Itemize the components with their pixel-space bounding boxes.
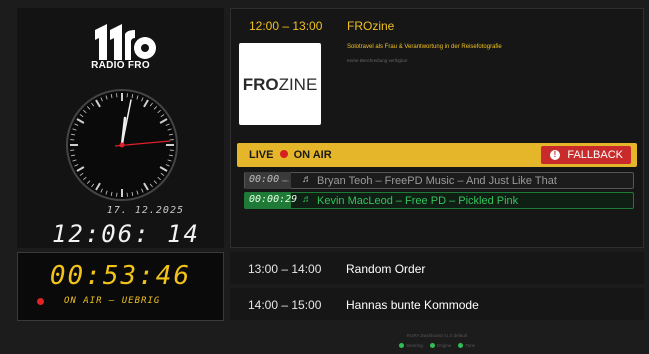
track-row: 00:00:29 ♬ Kevin MacLeod – Free PD – Pic… [244, 192, 634, 209]
show-image: FROZINE [239, 43, 321, 125]
schedule-item: 14:00 – 15:00 Hannas bunte Kommode [230, 288, 644, 320]
status-dot-icon [399, 343, 405, 348]
status-item: Engine [430, 343, 451, 348]
music-note-icon: ♬ [302, 194, 312, 205]
music-note-icon: ♬ [302, 174, 312, 185]
status-dot-icon [430, 343, 436, 348]
schedule-title: Random Order [346, 262, 426, 276]
clock-date: 17. 12.2025 [106, 205, 184, 216]
track-title: Bryan Teoh – FreePD Music – And Just Lik… [317, 175, 557, 187]
show-image-logo: FROZINE [242, 75, 318, 94]
schedule-time: 14:00 – 15:00 [248, 298, 322, 312]
current-show-time: 12:00 – 13:00 [249, 19, 323, 33]
track-row: 00:00 min ♬ Bryan Teoh – FreePD Music – … [244, 172, 634, 189]
fallback-button[interactable]: ! FALLBACK [541, 146, 631, 164]
countdown-box: 00:53:46 ON AIR – UEBRIG [17, 252, 224, 321]
current-show-panel: 12:00 – 13:00 FROzine FROZINE Solotravel… [230, 8, 644, 248]
footer-status: Steering Engine Tank [230, 343, 644, 348]
on-air-dot-icon [37, 298, 44, 305]
live-status: LIVE ON AIR [249, 149, 332, 161]
countdown-status: ON AIR – UEBRIG [64, 296, 161, 306]
current-show-description: Keine Beschreibung verfügbar [347, 58, 408, 63]
schedule-time: 13:00 – 14:00 [248, 262, 322, 276]
track-title: Kevin MacLeod – Free PD – Pickled Pink [317, 195, 519, 207]
countdown-remaining: 00:53:46 [49, 261, 192, 291]
fallback-label: FALLBACK [567, 149, 623, 161]
track-tag: min [282, 178, 289, 183]
status-item: Tank [458, 343, 475, 348]
current-show-subtitle: Solotravel als Frau & Verantwortung in d… [347, 44, 502, 50]
analog-clock [66, 89, 178, 201]
track-time: 00:00:29 [245, 192, 297, 209]
logo-text: RADIO FRO [91, 60, 150, 71]
footer-version: RURA Dashboard v1.0 default [406, 333, 468, 338]
schedule-item: 13:00 – 14:00 Random Order [230, 252, 644, 284]
left-panel: RADIO FRO 17. 12.2025 12:06: 14 [17, 8, 224, 248]
live-dot-icon [279, 150, 288, 158]
current-show-title: FROzine [347, 19, 395, 33]
status-dot-icon [458, 343, 464, 348]
status-item: Steering [399, 343, 423, 348]
alert-icon: ! [550, 150, 560, 160]
live-bar: LIVE ON AIR ! FALLBACK [237, 143, 637, 167]
clock-time: 12:06: 14 [51, 220, 200, 248]
schedule-title: Hannas bunte Kommode [346, 298, 479, 312]
